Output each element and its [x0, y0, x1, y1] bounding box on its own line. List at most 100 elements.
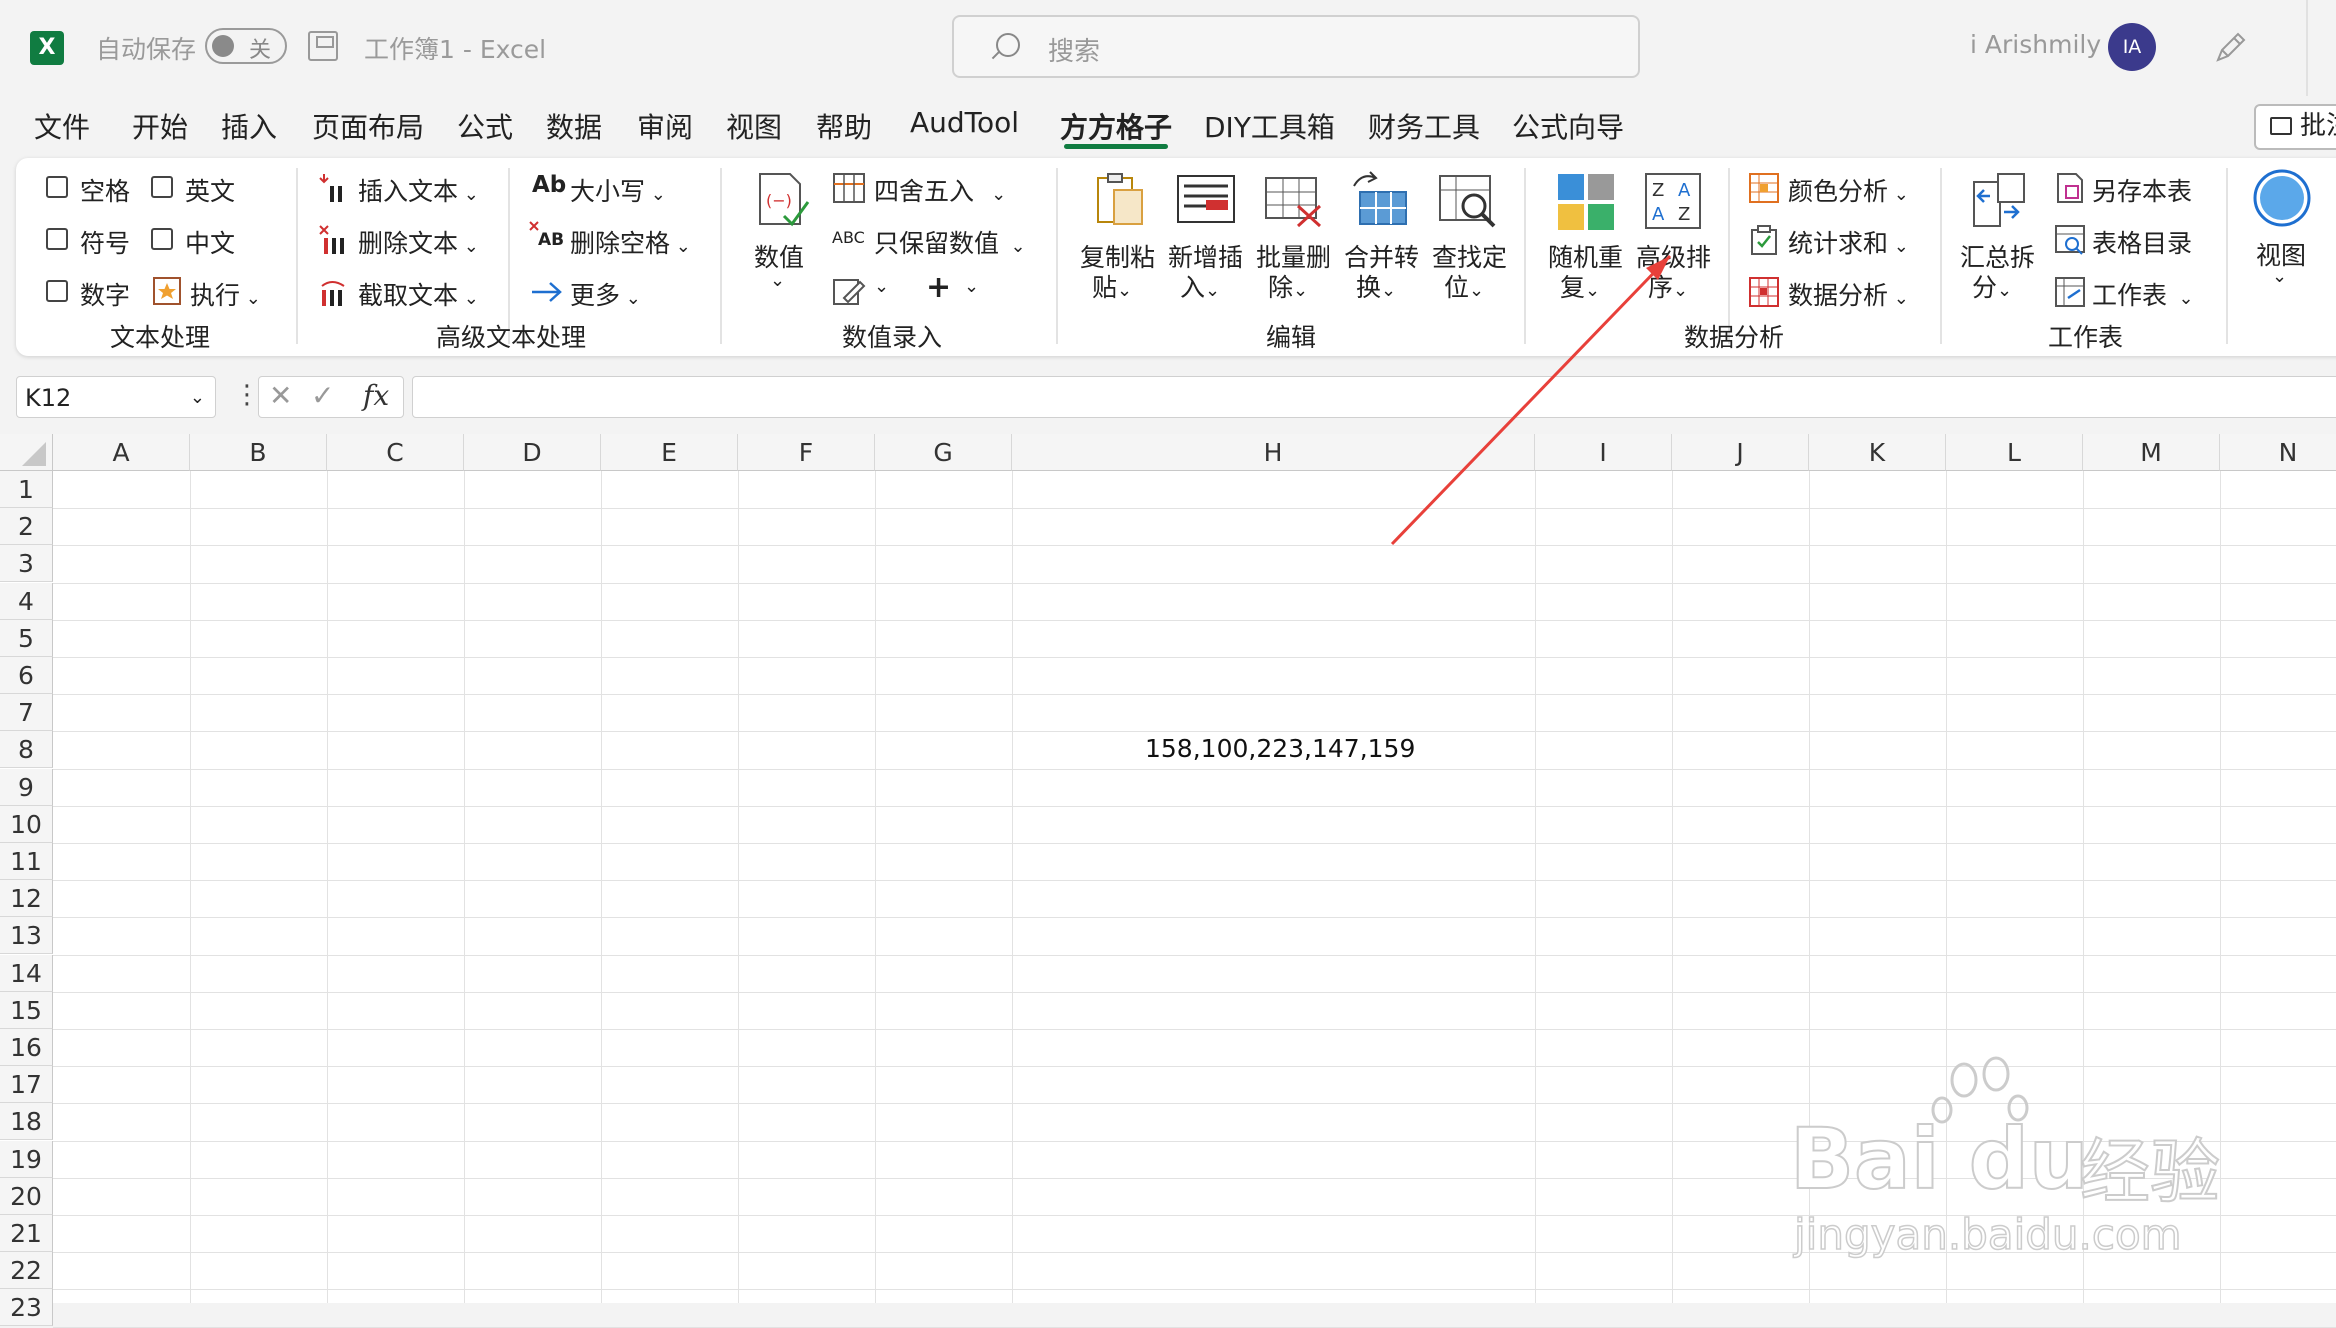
menu-review[interactable]: 审阅	[637, 106, 693, 146]
chevron-down-icon: ⌄	[2167, 288, 2194, 309]
group-separator	[720, 168, 722, 344]
chevron-down-icon[interactable]: ⌄	[874, 276, 889, 297]
column-header-d[interactable]: D	[464, 434, 601, 471]
menu-finance-tools[interactable]: 财务工具	[1368, 106, 1480, 146]
avatar[interactable]: IA	[2108, 23, 2156, 71]
menu-insert[interactable]: 插入	[221, 106, 277, 146]
keep-value-button[interactable]: 只保留数值 ⌄	[874, 224, 1026, 260]
column-header-l[interactable]: L	[1946, 434, 2083, 471]
row-header-16[interactable]: 16	[0, 1029, 53, 1066]
row-header-19[interactable]: 19	[0, 1141, 53, 1178]
sum-stats-button[interactable]: 统计求和 ⌄	[1788, 224, 1909, 260]
row-header-13[interactable]: 13	[0, 917, 53, 954]
data-analysis-button[interactable]: 数据分析 ⌄	[1788, 276, 1909, 312]
more-button[interactable]: 更多 ⌄	[570, 276, 641, 312]
column-header-f[interactable]: F	[738, 434, 875, 471]
row-header-20[interactable]: 20	[0, 1178, 53, 1215]
row-header-17[interactable]: 17	[0, 1066, 53, 1103]
select-all-corner[interactable]	[0, 434, 53, 471]
row-header-3[interactable]: 3	[0, 545, 53, 582]
menu-home[interactable]: 开始	[132, 106, 188, 146]
row-header-14[interactable]: 14	[0, 955, 53, 992]
cancel-icon[interactable]: ✕	[269, 379, 292, 412]
column-header-k[interactable]: K	[1809, 434, 1946, 471]
column-header-b[interactable]: B	[190, 434, 327, 471]
row-header-12[interactable]: 12	[0, 880, 53, 917]
menu-formula-wizard[interactable]: 公式向导	[1512, 106, 1624, 146]
pen-icon[interactable]	[2212, 30, 2248, 74]
round-button[interactable]: 四舍五入 ⌄	[874, 172, 1006, 208]
row-header-23[interactable]: 23	[0, 1289, 53, 1326]
save-sheet-button[interactable]: 另存本表	[2092, 172, 2192, 208]
row-header-6[interactable]: 6	[0, 657, 53, 694]
user-name[interactable]: i Arishmily	[1970, 30, 2101, 59]
confirm-icon[interactable]: ✓	[311, 379, 334, 412]
row-header-1[interactable]: 1	[0, 471, 53, 508]
color-analysis-button[interactable]: 颜色分析 ⌄	[1788, 172, 1909, 208]
case-button[interactable]: 大小写 ⌄	[570, 172, 666, 208]
checkbox-number[interactable]	[46, 280, 68, 302]
column-header-e[interactable]: E	[601, 434, 738, 471]
checkbox-symbol[interactable]	[46, 228, 68, 250]
column-header-n[interactable]: N	[2220, 434, 2336, 471]
search-input[interactable]: 搜索	[952, 15, 1640, 78]
menu-audtool[interactable]: AudTool	[910, 106, 1019, 139]
row-header-22[interactable]: 22	[0, 1252, 53, 1289]
name-box[interactable]: K12 ⌄	[16, 376, 216, 418]
remove-spaces-button[interactable]: 删除空格 ⌄	[570, 224, 691, 260]
plus-icon[interactable]: +	[926, 270, 951, 305]
extract-text-button[interactable]: 截取文本 ⌄	[358, 276, 479, 312]
row-header-9[interactable]: 9	[0, 769, 53, 806]
value-button[interactable]: 数值	[754, 238, 804, 274]
menu-view[interactable]: 视图	[726, 106, 782, 146]
execute-button[interactable]: 执行 ⌄	[190, 276, 261, 312]
chevron-down-icon[interactable]: ⌄	[2272, 266, 2287, 287]
formula-input[interactable]	[412, 376, 2336, 418]
row-header-18[interactable]: 18	[0, 1103, 53, 1140]
copy-paste-label-2[interactable]: 贴⌄	[1092, 268, 1132, 304]
row-header-10[interactable]: 10	[0, 806, 53, 843]
row-header-15[interactable]: 15	[0, 992, 53, 1029]
cell-h8[interactable]: 158,100,223,147,159	[1145, 734, 1415, 763]
menu-page-layout[interactable]: 页面布局	[312, 106, 424, 146]
row-header-8[interactable]: 8	[0, 731, 53, 768]
abc-icon: ABC	[832, 228, 865, 247]
row-header-5[interactable]: 5	[0, 620, 53, 657]
column-header-a[interactable]: A	[53, 434, 190, 471]
insert-new-label-2[interactable]: 入⌄	[1180, 268, 1220, 304]
menu-diy-toolbox[interactable]: DIY工具箱	[1204, 106, 1335, 146]
menu-formulas[interactable]: 公式	[457, 106, 513, 146]
menu-help[interactable]: 帮助	[816, 106, 872, 146]
row-header-11[interactable]: 11	[0, 843, 53, 880]
summary-split-label-2[interactable]: 分⌄	[1972, 268, 2012, 304]
sheet-index-button[interactable]: 表格目录	[2092, 224, 2192, 260]
svg-text:A: A	[1678, 180, 1691, 201]
column-header-g[interactable]: G	[875, 434, 1012, 471]
column-header-c[interactable]: C	[327, 434, 464, 471]
worksheet-button[interactable]: 工作表 ⌄	[2092, 276, 2194, 312]
checkbox-chinese[interactable]	[151, 228, 173, 250]
checkbox-english[interactable]	[151, 176, 173, 198]
more-options-icon[interactable]: ⋮	[234, 380, 260, 410]
checkbox-space[interactable]	[46, 176, 68, 198]
row-header-4[interactable]: 4	[0, 583, 53, 620]
column-header-m[interactable]: M	[2083, 434, 2220, 471]
insert-text-button[interactable]: 插入文本 ⌄	[358, 172, 479, 208]
menu-data[interactable]: 数据	[546, 106, 602, 146]
chevron-down-icon[interactable]: ⌄	[770, 270, 785, 291]
save-icon[interactable]	[308, 31, 338, 61]
summary-split-icon	[1968, 172, 2025, 228]
row-header-21[interactable]: 21	[0, 1215, 53, 1252]
row-header-2[interactable]: 2	[0, 508, 53, 545]
autosave-toggle[interactable]: 关	[205, 28, 287, 64]
menu-fangfang[interactable]: 方方格子	[1060, 106, 1172, 146]
row-header-7[interactable]: 7	[0, 694, 53, 731]
batch-delete-label-2[interactable]: 除⌄	[1268, 268, 1308, 304]
chevron-down-icon[interactable]: ⌄	[964, 276, 979, 297]
edit-cell-icon[interactable]	[832, 276, 866, 308]
delete-text-button[interactable]: 删除文本 ⌄	[358, 224, 479, 260]
column-header-j[interactable]: J	[1672, 434, 1809, 471]
menu-file[interactable]: 文件	[34, 106, 90, 146]
comment-button[interactable]: 批注	[2254, 104, 2336, 150]
insert-function-button[interactable]: fx	[363, 379, 389, 412]
